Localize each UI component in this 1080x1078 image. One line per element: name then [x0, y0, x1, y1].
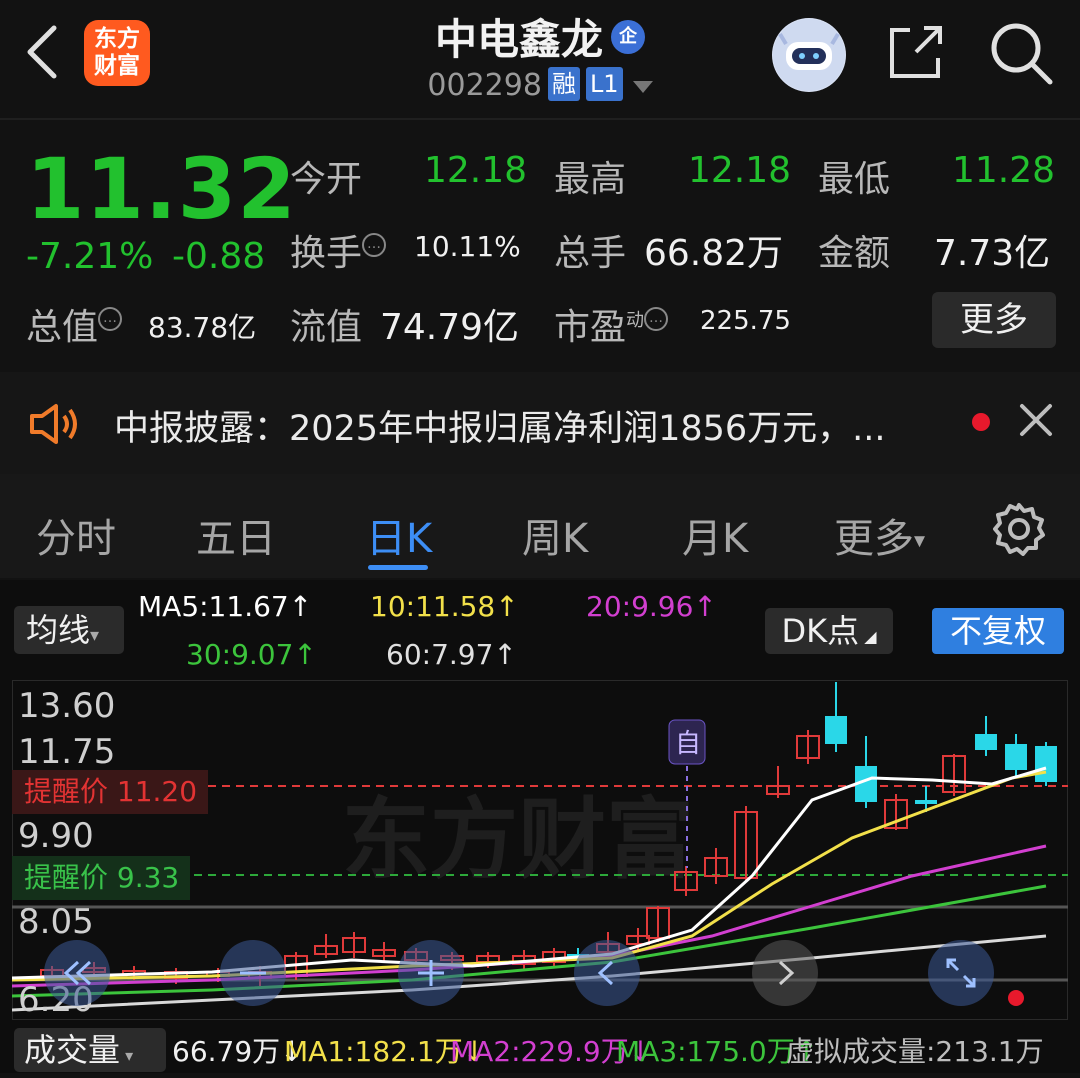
- volume-value: 66.82万: [644, 233, 784, 274]
- amount-value: 7.73亿: [934, 233, 1051, 274]
- amount-label: 金额: [818, 233, 891, 274]
- candle-body: [825, 716, 847, 744]
- candle-body: [1035, 746, 1057, 782]
- info-icon[interactable]: …: [98, 307, 123, 331]
- active-tab-underline: [368, 565, 428, 570]
- news-text[interactable]: 中报披露：2025年中报归属净利润1856万元，...: [114, 400, 886, 451]
- pe-label: 市盈动…: [554, 298, 669, 350]
- current-price: 11.32: [26, 140, 297, 238]
- high-value: 12.18: [688, 150, 792, 191]
- stock-code: 002298: [427, 68, 542, 103]
- open-value: 12.18: [424, 150, 528, 191]
- y-label: 13.60: [18, 686, 116, 726]
- float-cap-label: 流值: [290, 307, 363, 348]
- candle-body: [1005, 744, 1027, 770]
- market-cap-value: 83.78亿: [148, 311, 257, 344]
- ma60-value: 60:7.97↑: [386, 638, 517, 671]
- chevron-down-icon[interactable]: [632, 80, 653, 93]
- volume-indicator-select[interactable]: 成交量 ▾: [14, 1028, 166, 1072]
- settings-gear-icon[interactable]: [992, 502, 1046, 556]
- tab-intraday[interactable]: 分时: [36, 506, 116, 564]
- remind-price-low[interactable]: 提醒价 9.33: [12, 856, 190, 900]
- margin-tag: 融: [547, 66, 580, 101]
- close-icon[interactable]: [1016, 400, 1056, 440]
- turnover-label: 换手…: [290, 224, 387, 276]
- virtual-volume: 虚拟成交量:213.1万: [786, 1035, 1044, 1068]
- info-icon[interactable]: …: [644, 307, 669, 331]
- ma10-value: 10:11.58↑: [370, 590, 519, 623]
- ma30-value: 30:9.07↑: [186, 638, 317, 671]
- tab-more[interactable]: 更多▾: [834, 506, 925, 564]
- ma20-value: 20:9.96↑: [586, 590, 717, 623]
- level-tag: L1: [585, 66, 623, 101]
- high-label: 最高: [554, 159, 627, 200]
- y-label: 9.90: [18, 816, 94, 856]
- candle-body: [915, 800, 937, 804]
- search-icon[interactable]: [988, 20, 1054, 86]
- no-adjust-button[interactable]: 不复权: [932, 608, 1064, 654]
- volume-label: 总手: [554, 233, 627, 274]
- turnover-value: 10.11%: [414, 230, 521, 263]
- ma5-value: MA5:11.67↑: [138, 590, 313, 623]
- scroll-left-fast-icon[interactable]: [44, 940, 110, 1006]
- self-marker: 自: [675, 729, 701, 759]
- enterprise-badge: 企: [611, 19, 645, 54]
- tab-monthly-k[interactable]: 月K: [682, 506, 748, 564]
- market-cap-label: 总值…: [26, 298, 123, 350]
- fullscreen-icon[interactable]: [928, 940, 994, 1006]
- y-label: 11.75: [18, 732, 116, 772]
- tab-daily-k[interactable]: 日K: [366, 506, 432, 564]
- zoom-out-icon[interactable]: [220, 940, 286, 1006]
- change-percent: -7.21%: [26, 236, 154, 277]
- share-icon[interactable]: [886, 22, 946, 82]
- zoom-in-icon[interactable]: [398, 940, 464, 1006]
- candle-body: [975, 734, 997, 750]
- scroll-left-icon[interactable]: [574, 940, 640, 1006]
- low-value: 11.28: [952, 150, 1056, 191]
- float-cap-value: 74.79亿: [380, 307, 520, 348]
- stock-name: 中电鑫龙: [434, 15, 603, 64]
- remind-price-high[interactable]: 提醒价 11.20: [12, 770, 208, 814]
- change-amount: -0.88: [172, 236, 266, 277]
- indicator-select[interactable]: 均线▾: [14, 606, 124, 654]
- more-button[interactable]: 更多: [932, 292, 1056, 348]
- divider: [0, 118, 1080, 120]
- tab-five-day[interactable]: 五日: [196, 506, 276, 564]
- open-label: 今开: [290, 159, 363, 200]
- scroll-right-icon[interactable]: [752, 940, 818, 1006]
- candlestick-chart[interactable]: 东方财富 自: [12, 680, 1068, 1020]
- robot-assistant-icon[interactable]: [772, 18, 846, 92]
- unread-dot: [972, 413, 990, 431]
- dk-point-button[interactable]: DK点 ◢: [765, 608, 893, 654]
- info-icon[interactable]: …: [362, 233, 387, 257]
- tab-weekly-k[interactable]: 周K: [522, 506, 588, 564]
- low-label: 最低: [818, 159, 891, 200]
- pe-value: 225.75: [700, 306, 791, 336]
- y-label: 8.05: [18, 902, 94, 942]
- speaker-icon: [30, 404, 77, 444]
